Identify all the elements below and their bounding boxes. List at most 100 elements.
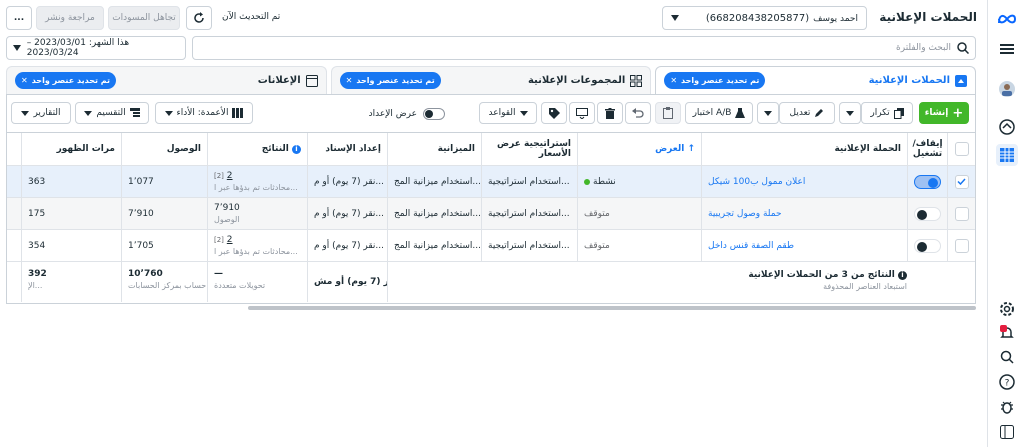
campaign-toggle[interactable] [914, 174, 941, 189]
tab-label: المجموعات الإعلانية [527, 75, 626, 86]
header-campaign[interactable]: الحملة الإعلانية [701, 133, 907, 165]
results-cell: 7٬910 الوصول [207, 198, 307, 229]
tag-icon [548, 107, 560, 119]
toggle-switch[interactable] [423, 108, 445, 120]
results-number[interactable]: 2 [227, 171, 233, 181]
results-sup: [2] [214, 236, 224, 244]
search-icon[interactable] [996, 346, 1018, 368]
campaign-name[interactable]: طقم الصفة قنس داخل [701, 230, 907, 261]
tab-ad-sets[interactable]: المجموعات الإعلانية ✕ تم تحديد عنصر واحد [330, 66, 652, 94]
campaign-name[interactable]: حملة وصول تجريبية [701, 198, 907, 229]
avatar[interactable] [996, 78, 1018, 100]
chevron-down-icon [764, 110, 772, 116]
header-results[interactable]: النتائج i [207, 133, 307, 165]
horizontal-scrollbar[interactable] [248, 306, 976, 310]
edit-dropdown[interactable] [757, 102, 779, 124]
header-attribution[interactable]: إعداد الإسناد [307, 133, 387, 165]
info-icon[interactable]: i [898, 271, 907, 280]
totals-impressions-cell: 392 الإ... [21, 262, 121, 302]
table-row[interactable]: اعلان ممول ب100 شيكل نشطة استخدام استرات… [7, 166, 975, 198]
close-icon[interactable]: ✕ [670, 76, 677, 85]
header-budget[interactable]: الميزانية [387, 133, 481, 165]
top-bar: الحملات الإعلانية (668208438205877) احمد … [0, 0, 987, 36]
row-checkbox[interactable] [954, 206, 969, 221]
discard-drafts-button[interactable]: تجاهل المسودات [108, 6, 180, 30]
help-icon[interactable]: ? [996, 371, 1018, 393]
selection-chip[interactable]: ✕ تم تحديد عنصر واحد [14, 72, 117, 89]
tag-button[interactable] [541, 102, 567, 124]
search-input[interactable]: البحث والفلترة [192, 36, 976, 60]
results-subtext: محادثات تم بدؤها عبر ا... [214, 183, 298, 192]
meta-logo-icon[interactable] [996, 8, 1018, 30]
totals-row: النتائج من 3 من الحملات الإعلانية i استب… [7, 262, 975, 302]
more-button[interactable]: ... [6, 6, 32, 30]
campaign-toggle[interactable] [914, 238, 941, 253]
sidebar-toggle-icon[interactable] [996, 421, 1018, 443]
delivery-cell: نشطة [577, 166, 701, 197]
view-setup-toggle[interactable]: عرض الإعداد [369, 108, 445, 120]
duplicate-dropdown[interactable] [839, 102, 861, 124]
tab-campaigns[interactable]: الحملات الإعلانية ✕ تم تحديد عنصر واحد [655, 66, 976, 94]
ab-test-button[interactable]: اختبار A/B [685, 102, 753, 124]
delete-button[interactable] [597, 102, 623, 124]
campaign-folder-icon [955, 74, 967, 87]
account-selector[interactable]: (668208438205877) احمد يوسف [662, 6, 867, 30]
header-reach[interactable]: الوصول [121, 133, 207, 165]
refresh-button[interactable] [186, 6, 212, 30]
chevron-down-icon [84, 110, 93, 116]
row-checkbox[interactable] [954, 174, 969, 189]
delivery-status: متوقف [577, 198, 701, 229]
bid-cell: استخدام استراتيجية... [481, 198, 577, 229]
reach-cell: 7٬910 [121, 198, 207, 229]
compare-icon [576, 107, 588, 119]
campaigns-table-icon[interactable] [996, 144, 1018, 166]
campaigns-table: إيقاف/ تشغيل الحملة الإعلانية العرض ↑ اس… [6, 132, 976, 304]
dashboard-icon[interactable] [996, 116, 1018, 138]
close-icon[interactable]: ✕ [346, 76, 353, 85]
clipboard-icon [663, 107, 673, 119]
header-bid-strategy[interactable]: استراتيجية عرض الأسعار [481, 133, 577, 165]
ab-compare-button[interactable] [569, 102, 595, 124]
header-delivery[interactable]: العرض ↑ [577, 133, 701, 165]
menu-icon[interactable] [996, 38, 1018, 60]
results-number[interactable]: 2 [227, 235, 233, 245]
settings-icon[interactable] [996, 298, 1018, 320]
review-publish-button[interactable]: مراجعة ونشر [36, 6, 104, 30]
columns-button[interactable]: الأعمدة: الأداء [155, 102, 253, 124]
header-impressions[interactable]: مرات الظهور [21, 133, 121, 165]
selection-chip[interactable]: ✕ تم تحديد عنصر واحد [664, 72, 766, 89]
nav-rail: ? [987, 0, 1024, 447]
rules-button[interactable]: القواعد [479, 102, 537, 124]
clipboard-button[interactable] [655, 102, 681, 124]
plus-icon: + [952, 105, 964, 121]
campaign-name[interactable]: اعلان ممول ب100 شيكل [701, 166, 907, 197]
edit-button[interactable]: تعديل [779, 102, 835, 124]
bug-report-icon[interactable] [996, 396, 1018, 418]
reports-button[interactable]: التقارير [11, 102, 71, 124]
results-number: 7٬910 [214, 203, 240, 213]
close-icon[interactable]: ✕ [21, 76, 28, 85]
selection-chip[interactable]: ✕ تم تحديد عنصر واحد [339, 72, 441, 89]
notifications-bell-icon[interactable] [996, 322, 1018, 344]
totals-attribution: نقر (7 يوم) أو مش... [307, 262, 387, 302]
chevron-down-icon [519, 110, 528, 116]
create-button[interactable]: إنشاء + [919, 102, 969, 124]
breakdown-button[interactable]: التقسيم [75, 102, 149, 124]
totals-results: — [214, 269, 223, 279]
header-onoff[interactable]: إيقاف/ تشغيل [907, 133, 947, 165]
info-icon[interactable]: i [292, 144, 301, 154]
row-checkbox[interactable] [954, 238, 969, 253]
totals-budget-cell [387, 262, 481, 302]
table-row[interactable]: طقم الصفة قنس داخل متوقف استخدام استراتي… [7, 230, 975, 262]
chevron-down-icon [164, 110, 173, 116]
date-range-picker[interactable]: هذا الشهر: 2023/03/01 – 2023/03/24 [6, 36, 186, 60]
table-row[interactable]: حملة وصول تجريبية متوقف استخدام استراتيج… [7, 198, 975, 230]
select-all-checkbox[interactable] [954, 142, 969, 156]
duplicate-button[interactable]: تكرار [861, 102, 913, 124]
campaign-toggle[interactable] [914, 206, 941, 221]
results-header-label: النتائج [261, 144, 289, 154]
undo-icon [632, 108, 644, 118]
undo-button[interactable] [625, 102, 651, 124]
rules-label: القواعد [488, 108, 516, 118]
tab-ads[interactable]: الإعلانات ✕ تم تحديد عنصر واحد [5, 66, 327, 94]
